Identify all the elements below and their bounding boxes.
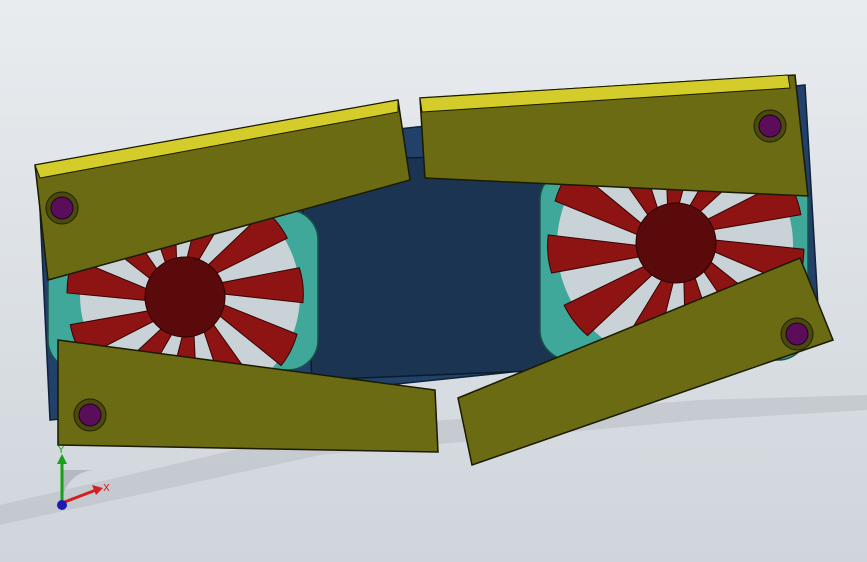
- fan-hub: [635, 202, 717, 284]
- bolt-head: [758, 114, 782, 138]
- bolt-head: [78, 403, 102, 427]
- bolt-head: [50, 196, 74, 220]
- x-axis-label: X: [103, 483, 110, 494]
- assembly-view: [0, 74, 867, 525]
- z-axis-dot: [57, 500, 67, 510]
- cad-viewport[interactable]: Y X: [0, 0, 867, 562]
- y-axis-label: Y: [58, 445, 65, 456]
- fan-hub: [144, 256, 226, 338]
- bolt-head: [785, 322, 809, 346]
